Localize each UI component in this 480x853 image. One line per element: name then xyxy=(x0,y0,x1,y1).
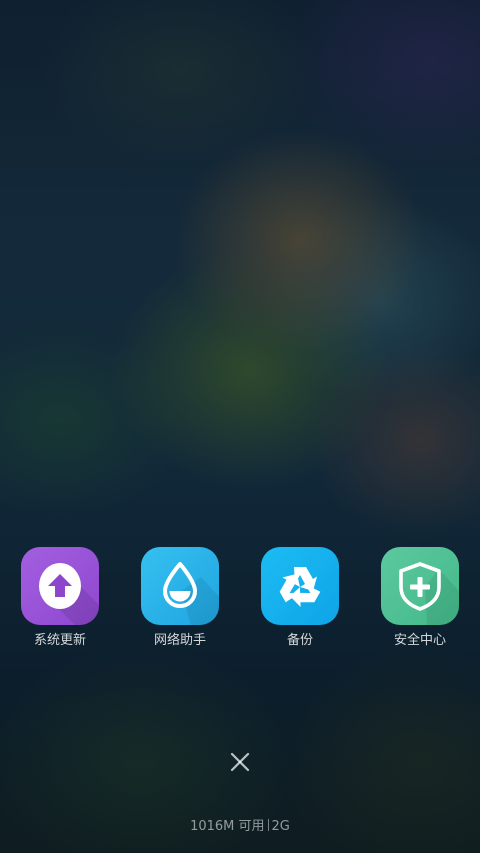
network-assistant-icon xyxy=(141,547,219,625)
backup-recycle-icon xyxy=(261,547,339,625)
security-center-icon xyxy=(381,547,459,625)
recent-app-label: 网络助手 xyxy=(153,633,206,648)
system-update-icon xyxy=(21,547,99,625)
memory-available: 1016M 可用 xyxy=(190,819,265,834)
memory-divider xyxy=(267,819,269,831)
memory-total: 2G xyxy=(271,819,290,834)
recent-app-label: 备份 xyxy=(286,633,313,648)
recent-app-label: 系统更新 xyxy=(33,633,86,648)
recent-apps-row: 系统更新 网络助手 备份 安全中心 xyxy=(0,547,480,657)
recent-app-label: 安全中心 xyxy=(393,633,446,648)
close-all-button[interactable] xyxy=(225,747,255,777)
recent-app-network-assistant[interactable]: 网络助手 xyxy=(130,547,230,649)
recent-app-backup[interactable]: 备份 xyxy=(250,547,350,649)
recent-app-security-center[interactable]: 安全中心 xyxy=(370,547,470,649)
memory-status: 1016M 可用 2G xyxy=(0,818,480,836)
close-icon xyxy=(230,752,250,772)
recent-app-system-update[interactable]: 系统更新 xyxy=(10,547,110,649)
